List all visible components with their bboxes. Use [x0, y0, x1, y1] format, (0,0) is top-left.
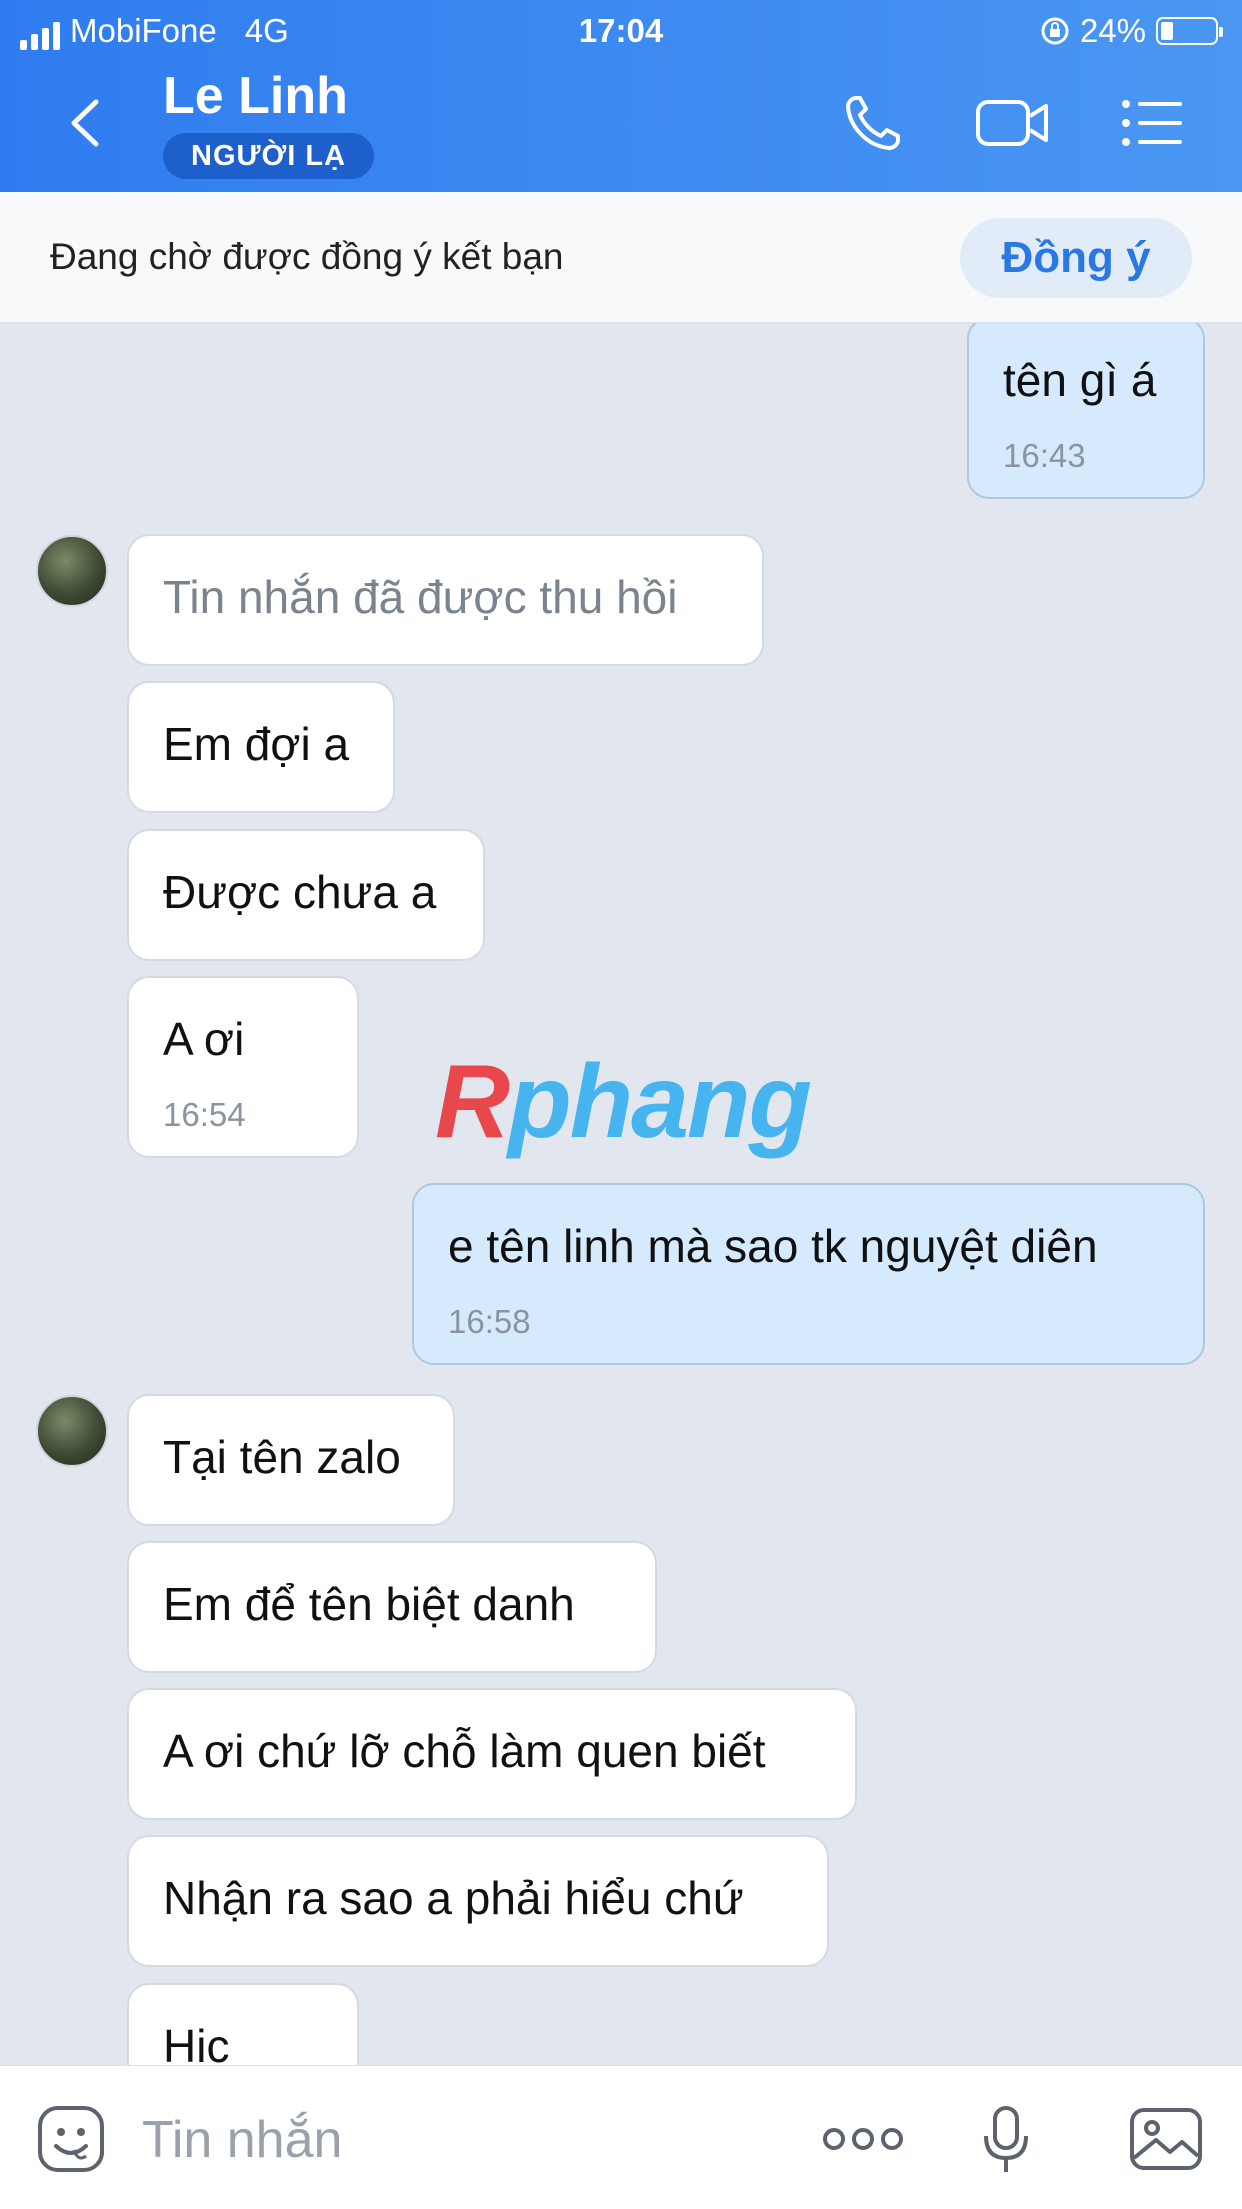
- battery-icon: [1156, 17, 1223, 45]
- chat-header: MobiFone 4G 17:04 24% Le Linh NGƯỜI LẠ: [0, 0, 1242, 192]
- accept-friend-button[interactable]: Đồng ý: [960, 218, 1192, 298]
- message-text: Tại tên zalo: [163, 1431, 401, 1483]
- menu-list-icon[interactable]: [1120, 92, 1184, 154]
- message-text: Em đợi a: [163, 718, 350, 770]
- message-text: e tên linh mà sao tk nguyệt diên: [448, 1220, 1098, 1272]
- avatar[interactable]: [36, 535, 108, 607]
- message-text: Tin nhắn đã được thu hồi: [163, 571, 678, 623]
- message-time: 16:43: [1003, 437, 1086, 474]
- status-bar: MobiFone 4G 17:04 24%: [0, 8, 1242, 56]
- message-bubble-incoming[interactable]: Nhận ra sao a phải hiểu chứ: [127, 1835, 829, 1967]
- message-bubble-incoming[interactable]: A ơi chứ lỡ chỗ làm quen biết: [127, 1688, 857, 1820]
- message-input[interactable]: Tin nhắn: [142, 2110, 342, 2170]
- sticker-icon[interactable]: [36, 2104, 106, 2174]
- message-text: A ơi chứ lỡ chỗ làm quen biết: [163, 1725, 766, 1777]
- message-list[interactable]: tên gì á 16:43 Tin nhắn đã được thu hồi …: [0, 323, 1242, 2065]
- message-text: Hic: [163, 2020, 230, 2065]
- more-dots-icon[interactable]: [822, 2124, 904, 2154]
- orientation-lock-icon: [1041, 17, 1069, 45]
- message-bubble-recalled[interactable]: Tin nhắn đã được thu hồi: [127, 534, 764, 666]
- phone-icon[interactable]: [842, 92, 904, 154]
- message-bubble-incoming[interactable]: Em đợi a: [127, 681, 395, 813]
- message-text: Em để tên biệt danh: [163, 1578, 575, 1630]
- message-time: 16:54: [163, 1096, 246, 1133]
- message-text: Nhận ra sao a phải hiểu chứ: [163, 1872, 744, 1924]
- friend-request-text: Đang chờ được đồng ý kết bạn: [50, 236, 564, 277]
- contact-name[interactable]: Le Linh: [163, 66, 348, 126]
- message-input-bar: Tin nhắn: [0, 2065, 1242, 2209]
- message-bubble-incoming[interactable]: Được chưa a: [127, 829, 485, 961]
- message-text: Được chưa a: [163, 866, 437, 918]
- image-icon[interactable]: [1128, 2104, 1204, 2174]
- message-time: 16:58: [448, 1303, 531, 1340]
- message-text: tên gì á: [1003, 354, 1157, 406]
- message-bubble-incoming[interactable]: A ơi 16:54: [127, 976, 359, 1158]
- message-bubble-outgoing[interactable]: tên gì á 16:43: [967, 323, 1205, 499]
- stranger-badge: NGƯỜI LẠ: [163, 133, 375, 179]
- back-chevron-icon[interactable]: [60, 96, 114, 150]
- battery-percent: 24%: [1079, 12, 1146, 49]
- message-text: A ơi: [163, 1013, 245, 1065]
- friend-request-bar: Đang chờ được đồng ý kết bạn Đồng ý: [0, 192, 1242, 323]
- message-bubble-incoming[interactable]: Tại tên zalo: [127, 1394, 455, 1526]
- watermark-logo: Rphang: [435, 1044, 812, 1160]
- battery-group: 24%: [1040, 12, 1223, 50]
- message-bubble-outgoing[interactable]: e tên linh mà sao tk nguyệt diên 16:58: [412, 1183, 1205, 1365]
- avatar[interactable]: [36, 1395, 108, 1467]
- video-call-icon[interactable]: [974, 92, 1050, 154]
- microphone-icon[interactable]: [980, 2104, 1032, 2176]
- message-bubble-incoming[interactable]: Hic: [127, 1983, 359, 2065]
- message-bubble-incoming[interactable]: Em để tên biệt danh: [127, 1541, 657, 1673]
